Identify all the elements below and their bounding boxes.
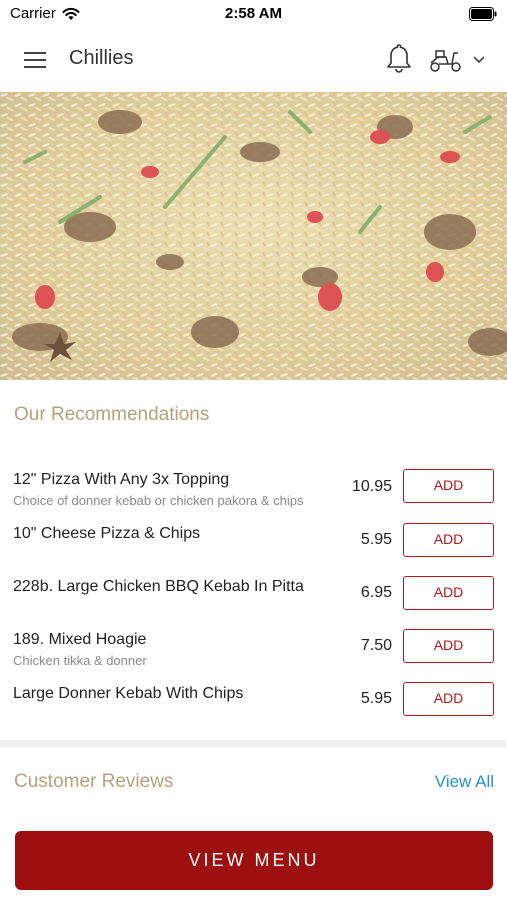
- item-name: 189. Mixed Hoagie: [13, 631, 147, 648]
- app-title: Chillies: [69, 47, 134, 69]
- item-description: Choice of donner kebab or chicken pakora…: [13, 493, 304, 508]
- menu-button[interactable]: [20, 48, 50, 72]
- list-item: 12" Pizza With Any 3x Topping Choice of …: [0, 469, 507, 521]
- delivery-mode-button[interactable]: [428, 45, 464, 75]
- status-bar: Carrier 2:58 AM: [0, 0, 507, 28]
- app-header: Chillies: [0, 28, 507, 92]
- item-price: 7.50: [360, 637, 392, 654]
- list-item: 10" Cheese Pizza & Chips 5.95 ADD: [0, 523, 507, 575]
- hamburger-icon: [24, 52, 46, 68]
- list-item: Large Donner Kebab With Chips 5.95 ADD: [0, 682, 507, 735]
- add-button[interactable]: ADD: [403, 523, 494, 557]
- chevron-down-icon: [473, 56, 485, 64]
- item-price: 5.95: [360, 690, 392, 707]
- item-name: 228b. Large Chicken BBQ Kebab In Pitta: [13, 578, 304, 595]
- list-item: 228b. Large Chicken BBQ Kebab In Pitta 6…: [0, 576, 507, 628]
- item-price: 10.95: [351, 478, 392, 495]
- hero-food-image: [0, 92, 507, 380]
- section-divider: [0, 740, 507, 747]
- view-all-reviews-link[interactable]: View All: [435, 772, 494, 792]
- battery-icon: [469, 7, 497, 21]
- add-button[interactable]: ADD: [403, 469, 494, 503]
- item-description: Chicken tikka & donner: [13, 653, 147, 668]
- item-price: 5.95: [360, 531, 392, 548]
- scooter-icon: [430, 50, 461, 72]
- item-name: Large Donner Kebab With Chips: [13, 685, 244, 702]
- location-dropdown[interactable]: [470, 52, 488, 68]
- list-item: 189. Mixed Hoagie Chicken tikka & donner…: [0, 629, 507, 681]
- status-time: 2:58 AM: [225, 5, 282, 22]
- reviews-title: Customer Reviews: [14, 771, 174, 792]
- add-button[interactable]: ADD: [403, 629, 494, 663]
- item-name: 12" Pizza With Any 3x Topping: [13, 471, 230, 488]
- item-name: 10" Cheese Pizza & Chips: [13, 525, 201, 542]
- recommendations-title: Our Recommendations: [14, 404, 210, 425]
- notifications-button[interactable]: [383, 42, 415, 76]
- item-price: 6.95: [360, 584, 392, 601]
- add-button[interactable]: ADD: [403, 682, 494, 716]
- view-menu-button[interactable]: VIEW MENU: [15, 831, 493, 890]
- add-button[interactable]: ADD: [403, 576, 494, 610]
- bell-icon: [387, 44, 411, 73]
